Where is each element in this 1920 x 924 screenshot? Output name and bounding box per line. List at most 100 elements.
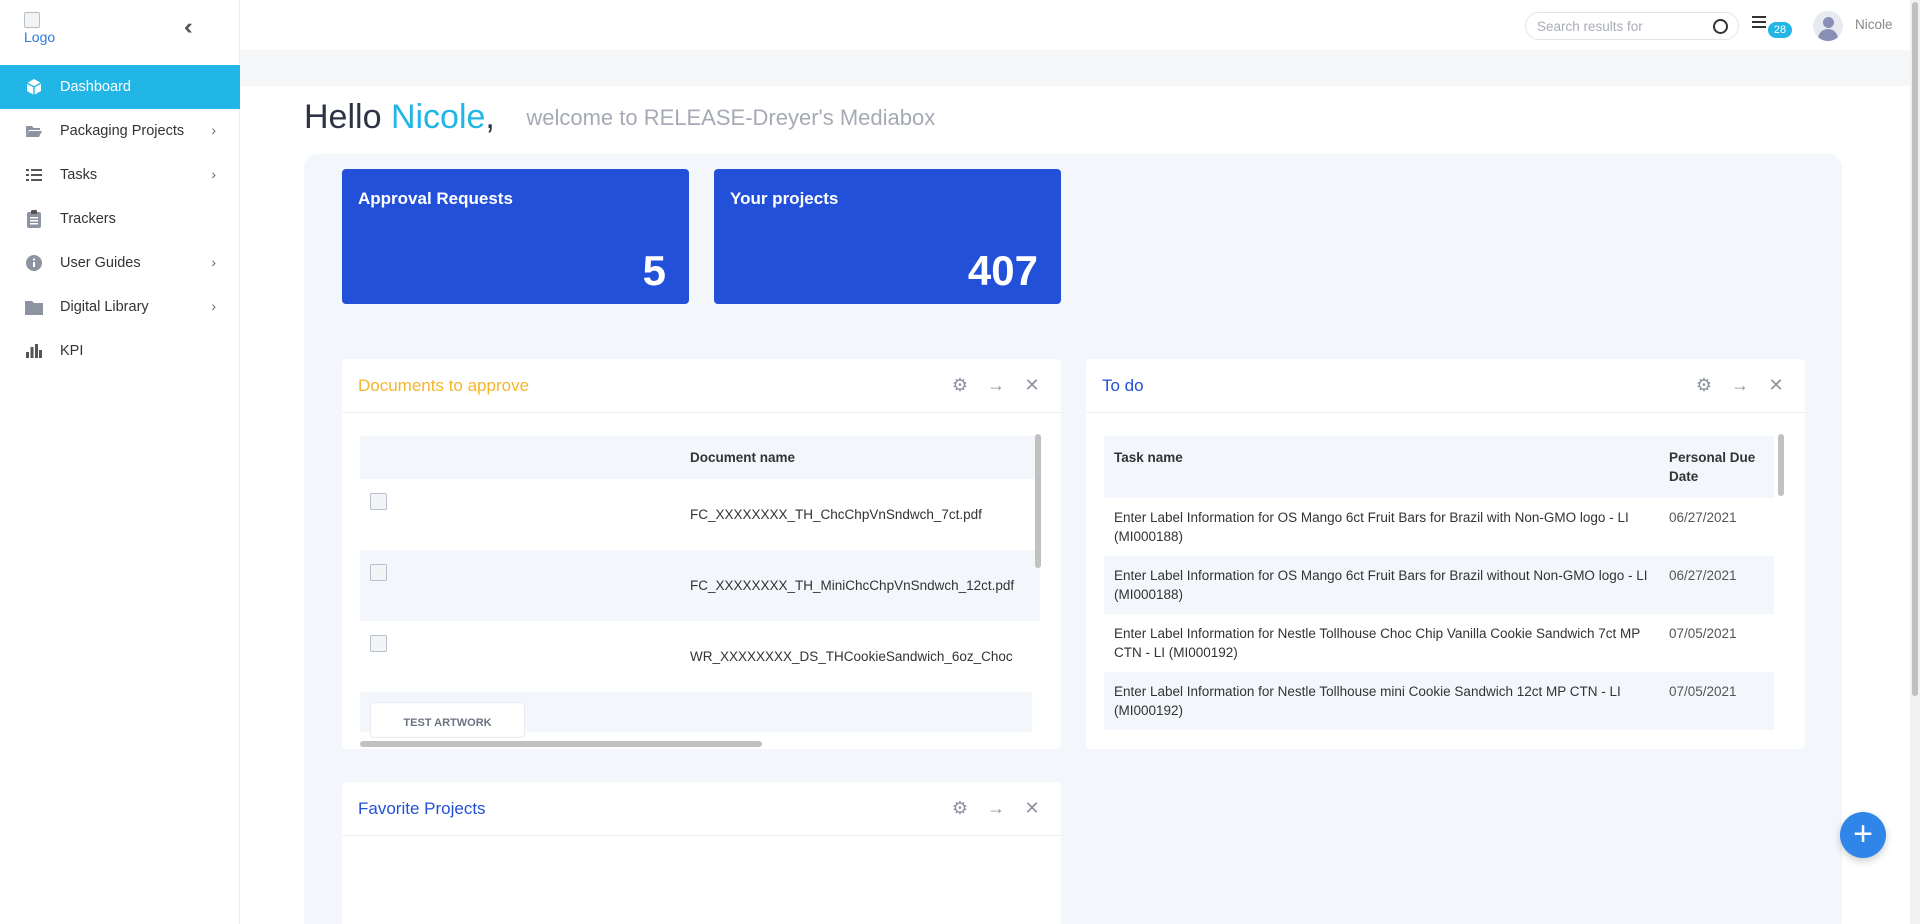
table-row[interactable]: Enter Label Information for Nestle Tollh… (1104, 614, 1774, 672)
column-header[interactable]: Document name (690, 436, 1040, 479)
card-header: Favorite Projects ⚙ → ✕ (342, 782, 1061, 836)
greeting-hello: Hello (304, 98, 382, 136)
greeting-welcome: welcome to RELEASE-Dreyer's Mediabox (526, 105, 936, 130)
due-date: 07/05/2021 (1669, 626, 1737, 641)
table-row[interactable]: FC_XXXXXXXX_TH_MiniChcChpVnSndwch_12ct.p… (360, 550, 1040, 621)
artwork-preview[interactable]: TEST ARTWORK (370, 702, 525, 738)
table-row[interactable]: Enter Label Information for OS Mango 6ct… (1104, 556, 1774, 614)
card-header: To do ⚙ → ✕ (1086, 359, 1805, 413)
clipboard-icon (24, 209, 44, 229)
card-header: Documents to approve ⚙ → ✕ (342, 359, 1061, 413)
gear-icon[interactable]: ⚙ (951, 798, 969, 818)
page-greeting: Hello Nicole, welcome to RELEASE-Dreyer'… (304, 98, 935, 137)
avatar[interactable] (1813, 11, 1843, 41)
chevron-right-icon: › (211, 166, 216, 182)
todo-table: Task name Personal Due Date Enter Label … (1104, 436, 1774, 730)
chevron-right-icon: › (211, 254, 216, 270)
page-scrollbar-thumb[interactable] (1912, 2, 1918, 696)
search-box[interactable] (1525, 12, 1739, 40)
sidebar-item-dashboard[interactable]: Dashboard (0, 65, 240, 109)
column-header[interactable]: Task name (1104, 436, 1659, 498)
gear-icon[interactable]: ⚙ (1695, 375, 1713, 395)
kpi-title: Your projects (730, 189, 839, 208)
sidebar-item-label: KPI (60, 343, 84, 359)
document-name[interactable]: WR_XXXXXXXX_DS_THCookieSandwich_6oz_Choc (690, 621, 1040, 692)
list-icon (24, 165, 44, 185)
document-name[interactable]: FC_XXXXXXXX_TH_ChcChpVnSndwch_7ct.pdf (690, 479, 1040, 550)
add-button[interactable]: + (1840, 812, 1886, 858)
kpi-title: Approval Requests (358, 189, 513, 208)
search-icon[interactable] (1713, 19, 1728, 34)
sidebar-item-user-guides[interactable]: User Guides › (0, 241, 240, 285)
table-header-row: Document name (360, 436, 1040, 479)
close-icon[interactable]: ✕ (1023, 375, 1041, 395)
vertical-scrollbar[interactable] (1035, 434, 1041, 568)
logo[interactable]: Logo (24, 12, 55, 45)
chevron-right-icon: › (211, 298, 216, 314)
table-row[interactable]: FC_XXXXXXXX_TH_ChcChpVnSndwch_7ct.pdf (360, 479, 1040, 550)
sidebar-item-tasks[interactable]: Tasks › (0, 153, 240, 197)
document-name[interactable]: FC_XXXXXXXX_TH_MiniChcChpVnSndwch_12ct.p… (690, 550, 1040, 621)
arrow-right-icon[interactable]: → (987, 375, 1005, 395)
document-thumbnail (370, 492, 387, 510)
folder-icon (24, 297, 44, 317)
sidebar-item-kpi[interactable]: KPI (0, 329, 240, 373)
kpi-value: 407 (967, 247, 1038, 294)
task-name[interactable]: Enter Label Information for Nestle Tollh… (1104, 672, 1659, 730)
documents-table: Document name FC_XXXXXXXX_TH_ChcChpVnSnd… (360, 436, 1040, 692)
arrow-right-icon[interactable]: → (1731, 375, 1749, 395)
task-name[interactable]: Enter Label Information for OS Mango 6ct… (1104, 498, 1659, 556)
sidebar-item-label: Digital Library (60, 299, 149, 315)
column-header[interactable]: Personal Due Date (1659, 436, 1774, 498)
sidebar-item-packaging-projects[interactable]: Packaging Projects › (0, 109, 240, 153)
card-actions: ⚙ → ✕ (1695, 375, 1785, 395)
table-row[interactable]: Enter Label Information for OS Mango 6ct… (1104, 498, 1774, 556)
sidebar-nav: Dashboard Packaging Projects › Tasks › T… (0, 65, 240, 373)
documents-to-approve-card: Documents to approve ⚙ → ✕ Document name… (342, 359, 1061, 749)
table-row[interactable]: WR_XXXXXXXX_DS_THCookieSandwich_6oz_Choc (360, 621, 1040, 692)
thumbnail-column-header (360, 436, 690, 479)
due-date: 06/27/2021 (1669, 568, 1737, 583)
preview-row: TEST ARTWORK (360, 692, 1032, 738)
header-divider-strip (240, 50, 1910, 86)
card-title: Documents to approve (358, 376, 530, 395)
table-row[interactable]: Enter Label Information for Nestle Tollh… (1104, 672, 1774, 730)
card-title: Favorite Projects (358, 799, 486, 818)
sidebar-item-trackers[interactable]: Trackers (0, 197, 240, 241)
greeting-name: Nicole (390, 98, 486, 136)
close-icon[interactable]: ✕ (1023, 798, 1041, 818)
favorite-projects-card: Favorite Projects ⚙ → ✕ (342, 782, 1061, 924)
sidebar-item-label: Dashboard (60, 79, 131, 95)
task-name[interactable]: Enter Label Information for OS Mango 6ct… (1104, 556, 1659, 614)
cube-icon (24, 77, 44, 97)
gear-icon[interactable]: ⚙ (951, 375, 969, 395)
bar-chart-icon (24, 341, 44, 361)
table-header-row: Task name Personal Due Date (1104, 436, 1774, 498)
collapse-sidebar-icon[interactable]: ‹‹ (184, 16, 208, 40)
card-title: To do (1102, 376, 1144, 395)
approval-requests-kpi[interactable]: Approval Requests 5 (342, 169, 689, 304)
task-name[interactable]: Enter Label Information for Nestle Tollh… (1104, 614, 1659, 672)
close-icon[interactable]: ✕ (1767, 375, 1785, 395)
todo-card: To do ⚙ → ✕ Task name Personal Due Date … (1086, 359, 1805, 749)
chevron-right-icon: › (211, 122, 216, 138)
sidebar-item-label: Packaging Projects (60, 123, 185, 139)
your-projects-kpi[interactable]: Your projects 407 (714, 169, 1061, 304)
logo-alt-text: Logo (24, 29, 56, 45)
info-icon (24, 253, 44, 273)
task-count-badge: 28 (1768, 22, 1792, 38)
vertical-scrollbar[interactable] (1778, 434, 1784, 496)
document-thumbnail (370, 563, 387, 581)
horizontal-scrollbar[interactable] (360, 741, 762, 747)
broken-image-icon (24, 12, 40, 28)
card-actions: ⚙ → ✕ (951, 798, 1041, 818)
search-input[interactable] (1537, 18, 1697, 34)
sidebar-item-digital-library[interactable]: Digital Library › (0, 285, 240, 329)
sidebar-item-label: Tasks (60, 167, 98, 183)
username[interactable]: Nicole (1855, 17, 1893, 32)
arrow-right-icon[interactable]: → (987, 798, 1005, 818)
kpi-value: 5 (642, 247, 666, 294)
page-scrollbar[interactable] (1910, 0, 1920, 924)
task-list-icon[interactable] (1752, 16, 1768, 32)
folder-open-icon (24, 121, 44, 141)
